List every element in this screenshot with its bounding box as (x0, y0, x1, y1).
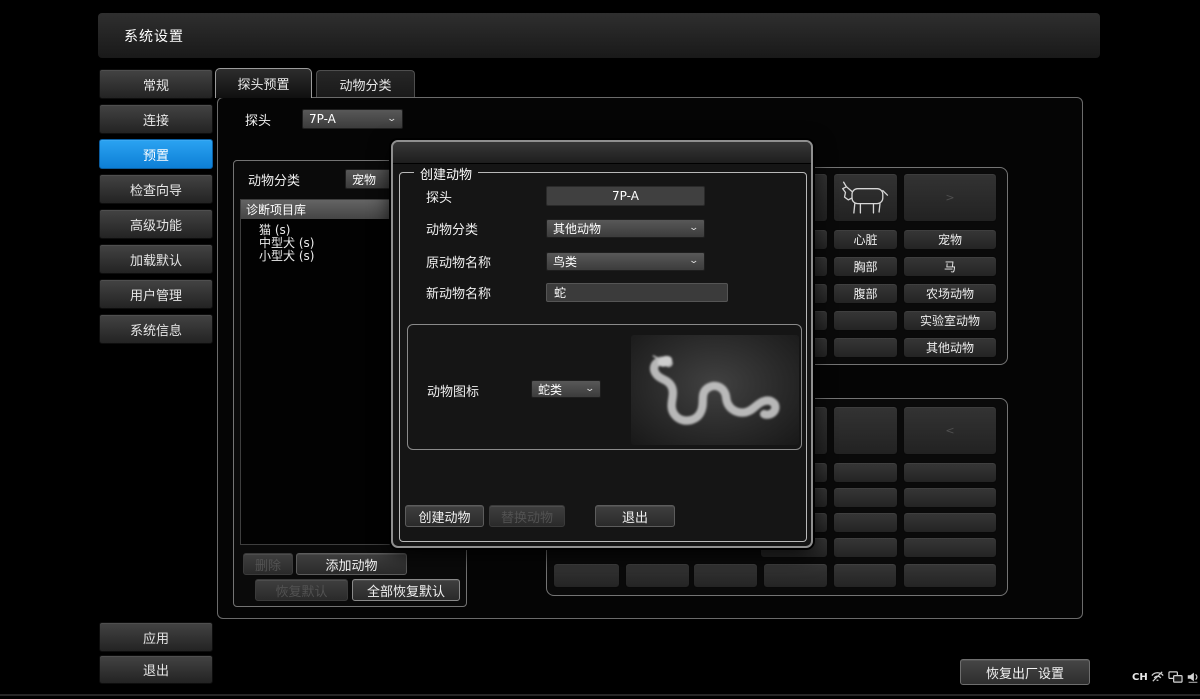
list-item[interactable]: 小型犬 (s) (241, 250, 395, 263)
animal-class-pet-button[interactable]: 宠物 (903, 229, 997, 250)
blank-button[interactable] (833, 337, 898, 358)
sidebar-item-load-default[interactable]: 加载默认 (99, 244, 213, 274)
animal-class-farm-button[interactable]: 农场动物 (903, 283, 997, 304)
blank-button[interactable] (903, 487, 997, 508)
apply-button[interactable]: 应用 (99, 622, 213, 652)
dual-screen-icon (1168, 670, 1183, 684)
probe-select-value: 7P-A (309, 112, 336, 126)
animal-category-title: 动物分类 (248, 169, 300, 189)
tab-animal-category[interactable]: 动物分类 (316, 70, 415, 97)
sidebar-item-system-info[interactable]: 系统信息 (99, 314, 213, 344)
cow-icon-button[interactable] (833, 173, 898, 222)
more-animals-button[interactable]: > (903, 173, 997, 222)
blank-button[interactable] (625, 563, 690, 588)
dialog-probe-value: 7P-A (546, 186, 705, 206)
dialog-create-button[interactable]: 创建动物 (405, 505, 484, 527)
blank-button[interactable] (693, 563, 758, 588)
sidebar-item-exam-wizard[interactable]: 检查向导 (99, 174, 213, 204)
sidebar-item-preset[interactable]: 预置 (99, 139, 213, 169)
animal-class-lab-button[interactable]: 实验室动物 (903, 310, 997, 331)
dialog-legend: 创建动物 (414, 164, 478, 183)
dialog-source-name-select[interactable]: 鸟类 ⌄ (546, 252, 705, 271)
restore-all-default-button[interactable]: 全部恢复默认 (352, 579, 460, 601)
dialog-category-select[interactable]: 其他动物 ⌄ (546, 219, 705, 238)
chevron-down-icon: ⌄ (689, 257, 700, 266)
page-title: 系统设置 (124, 26, 184, 46)
animal-class-other-button[interactable]: 其他动物 (903, 337, 997, 358)
snake-image (635, 339, 795, 441)
blank-button[interactable] (903, 563, 997, 588)
blank-button[interactable] (553, 563, 620, 588)
sidebar-item-general[interactable]: 常规 (99, 69, 213, 99)
restore-default-button[interactable]: 恢复默认 (255, 579, 348, 601)
blank-button[interactable] (763, 563, 828, 588)
animal-category-select-value: 宠物 (352, 171, 376, 188)
blank-button[interactable] (833, 462, 898, 483)
probe-label: 探头 (245, 109, 271, 129)
window-titlebar: 系统设置 (98, 13, 1100, 58)
body-part-chest-button[interactable]: 胸部 (833, 256, 898, 277)
body-part-abdomen-button[interactable]: 腹部 (833, 283, 898, 304)
dialog-source-name-value: 鸟类 (553, 253, 577, 270)
chevron-down-icon: ⌄ (689, 224, 700, 233)
animal-class-horse-button[interactable]: 马 (903, 256, 997, 277)
blank-button[interactable] (833, 487, 898, 508)
blank-button[interactable] (903, 462, 997, 483)
chevron-down-icon: ⌄ (387, 115, 398, 124)
network-icon (1150, 669, 1165, 684)
less-animals-button[interactable]: < (903, 406, 997, 455)
exit-button[interactable]: 退出 (99, 655, 213, 684)
blank-button[interactable] (833, 537, 898, 558)
speaker-icon (1186, 670, 1200, 684)
body-part-heart-button[interactable]: 心脏 (833, 229, 898, 250)
cow-icon (838, 178, 894, 218)
chevron-down-icon: ⌄ (585, 385, 596, 394)
blank-button[interactable] (833, 512, 898, 533)
delete-animal-button[interactable]: 删除 (243, 553, 293, 575)
probe-select[interactable]: 7P-A ⌄ (302, 109, 403, 129)
add-animal-button[interactable]: 添加动物 (296, 553, 407, 575)
factory-reset-button[interactable]: 恢复出厂设置 (960, 659, 1090, 685)
dialog-category-value: 其他动物 (553, 220, 601, 237)
blank-button[interactable] (903, 512, 997, 533)
animal-icon-box: 动物图标 蛇类 ⌄ (407, 324, 802, 450)
dialog-category-label: 动物分类 (426, 219, 478, 238)
tab-probe-preset[interactable]: 探头预置 (215, 68, 312, 98)
dialog-new-name-input[interactable] (546, 283, 728, 302)
sidebar-item-user-management[interactable]: 用户管理 (99, 279, 213, 309)
blank-button[interactable] (833, 310, 898, 331)
diagnostic-library-header: 诊断项目库 (241, 200, 395, 219)
sidebar-item-connection[interactable]: 连接 (99, 104, 213, 134)
dialog-exit-button[interactable]: 退出 (595, 505, 675, 527)
create-animal-dialog: 创建动物 探头 7P-A 动物分类 其他动物 ⌄ 原动物名称 鸟类 ⌄ 新动物名… (391, 140, 813, 548)
dialog-titlebar[interactable] (393, 142, 811, 164)
dialog-icon-label: 动物图标 (427, 381, 479, 399)
blank-button[interactable] (903, 537, 997, 558)
screen-edge-divider (0, 694, 1200, 696)
dialog-probe-label: 探头 (426, 186, 452, 206)
animal-icon-preview (631, 335, 799, 445)
dialog-icon-value: 蛇类 (538, 381, 562, 398)
blank-button[interactable] (833, 563, 897, 588)
dialog-source-name-label: 原动物名称 (426, 252, 491, 271)
dialog-replace-button[interactable]: 替换动物 (489, 505, 565, 527)
dialog-new-name-label: 新动物名称 (426, 283, 491, 302)
language-indicator: CH (1132, 672, 1148, 683)
dialog-icon-select[interactable]: 蛇类 ⌄ (531, 380, 601, 398)
sidebar-item-advanced[interactable]: 高级功能 (99, 209, 213, 239)
blank-icon-button[interactable] (833, 406, 898, 455)
diagnostic-library-list: 诊断项目库 猫 (s) 中型犬 (s) 小型犬 (s) (240, 199, 396, 545)
